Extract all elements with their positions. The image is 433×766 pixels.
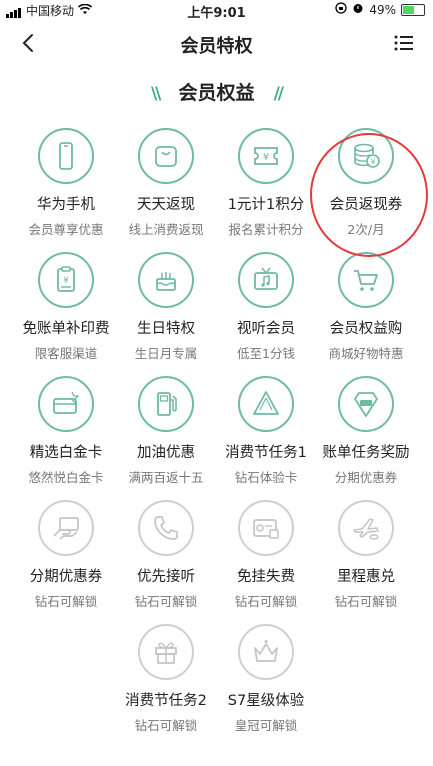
benefit-item[interactable]: ¥ 免账单补印费 限客服渠道 — [16, 252, 116, 376]
benefit-desc: 分期优惠券 — [334, 470, 398, 485]
menu-button[interactable] — [391, 30, 417, 56]
vip-card-icon — [338, 376, 394, 432]
phone-icon — [38, 128, 94, 184]
benefit-name: 精选白金卡 — [29, 445, 103, 461]
benefit-item[interactable]: S7星级体验 皇冠可解锁 — [216, 624, 316, 748]
benefit-name: 消费节任务1 — [225, 445, 307, 461]
rotation-lock-icon — [335, 2, 347, 17]
benefit-desc: 限客服渠道 — [34, 346, 98, 361]
section-title: 会员权益 — [178, 82, 255, 104]
page-title: 会员特权 — [180, 36, 253, 57]
status-bar: 中国移动 上午9:01 49% — [0, 0, 433, 21]
benefit-desc: 皇冠可解锁 — [234, 718, 298, 733]
chevron-left-icon — [22, 34, 33, 52]
section-header: \\ 会员权益 // — [0, 78, 433, 105]
benefit-desc: 会员尊享优惠 — [28, 222, 104, 237]
benefit-desc: 钻石可解锁 — [334, 594, 398, 609]
section-deco-left: \\ — [150, 84, 162, 104]
benefit-item[interactable]: 会员权益购 商城好物特惠 — [316, 252, 416, 376]
yen-ticket-icon: ¥ — [238, 128, 294, 184]
lost-card-icon — [238, 500, 294, 556]
benefit-name: 视听会员 — [237, 321, 295, 337]
benefit-item[interactable]: ¥ 1元计1积分 报名累计积分 — [216, 128, 316, 252]
benefit-item[interactable]: 生日特权 生日月专属 — [116, 252, 216, 376]
benefit-desc: 满两百返十五 — [128, 470, 204, 485]
benefit-name: 免账单补印费 — [22, 321, 110, 337]
benefit-item[interactable]: 里程惠兑 钻石可解锁 — [316, 500, 416, 624]
benefit-name: 1元计1积分 — [227, 197, 305, 213]
list-menu-icon — [394, 35, 413, 51]
battery-percent: 49% — [369, 2, 396, 17]
benefit-item[interactable]: 华为手机 会员尊享优惠 — [16, 128, 116, 252]
benefit-item[interactable]: 账单任务奖励 分期优惠券 — [316, 376, 416, 500]
svg-text:¥: ¥ — [63, 276, 69, 286]
benefit-name: 会员权益购 — [329, 321, 403, 337]
airplane-icon — [338, 500, 394, 556]
cart-icon — [338, 252, 394, 308]
section-deco-right: // — [273, 84, 285, 104]
svg-text:¥: ¥ — [263, 152, 269, 163]
alarm-icon — [352, 2, 364, 17]
hand-card-icon — [38, 500, 94, 556]
benefit-desc: 报名累计积分 — [228, 222, 304, 237]
platinum-card-icon — [38, 376, 94, 432]
benefit-name: 账单任务奖励 — [322, 445, 410, 461]
bill-icon: ¥ — [38, 252, 94, 308]
benefit-desc: 钻石可解锁 — [134, 718, 198, 733]
benefit-desc: 线上消费返现 — [128, 222, 204, 237]
benefit-desc: 钻石可解锁 — [34, 594, 98, 609]
benefit-item[interactable]: 加油优惠 满两百返十五 — [116, 376, 216, 500]
phone-call-icon — [138, 500, 194, 556]
benefit-item[interactable]: 天天返现 线上消费返现 — [116, 128, 216, 252]
benefit-item[interactable]: 免挂失费 钻石可解锁 — [216, 500, 316, 624]
benefit-name: 生日特权 — [137, 321, 195, 337]
benefit-name: 分期优惠券 — [29, 569, 103, 585]
benefit-name: 优先接听 — [137, 569, 195, 585]
battery-icon — [401, 3, 425, 16]
tv-music-icon — [238, 252, 294, 308]
benefit-desc: 商城好物特惠 — [328, 346, 404, 361]
highlight-circle — [310, 133, 428, 257]
benefit-item[interactable]: 消费节任务1 钻石体验卡 — [216, 376, 316, 500]
benefit-name: 华为手机 — [37, 197, 95, 213]
pass-icon — [238, 376, 294, 432]
benefit-item[interactable]: 分期优惠券 钻石可解锁 — [16, 500, 116, 624]
benefit-item[interactable]: 精选白金卡 悠然悦白金卡 — [16, 376, 116, 500]
benefit-name: 消费节任务2 — [125, 693, 207, 709]
benefit-desc: 生日月专属 — [134, 346, 198, 361]
birthday-cake-icon — [138, 252, 194, 308]
shopping-bag-icon — [138, 128, 194, 184]
benefit-name: 天天返现 — [137, 197, 195, 213]
benefit-item[interactable]: 视听会员 低至1分钱 — [216, 252, 316, 376]
nav-bar: 会员特权 — [0, 22, 433, 66]
benefit-item[interactable]: 优先接听 钻石可解锁 — [116, 500, 216, 624]
gift-icon — [138, 624, 194, 680]
fuel-pump-icon — [138, 376, 194, 432]
benefit-name: S7星级体验 — [227, 693, 305, 709]
benefit-name: 里程惠兑 — [337, 569, 395, 585]
benefit-desc: 钻石可解锁 — [134, 594, 198, 609]
benefit-desc: 钻石体验卡 — [234, 470, 298, 485]
crown-icon — [238, 624, 294, 680]
benefit-desc: 低至1分钱 — [237, 346, 295, 361]
benefit-item[interactable]: 消费节任务2 钻石可解锁 — [116, 624, 216, 748]
benefit-desc: 钻石可解锁 — [234, 594, 298, 609]
benefit-desc: 悠然悦白金卡 — [28, 470, 104, 485]
benefit-name: 免挂失费 — [237, 569, 295, 585]
benefit-name: 加油优惠 — [137, 445, 195, 461]
back-button[interactable] — [16, 30, 42, 56]
